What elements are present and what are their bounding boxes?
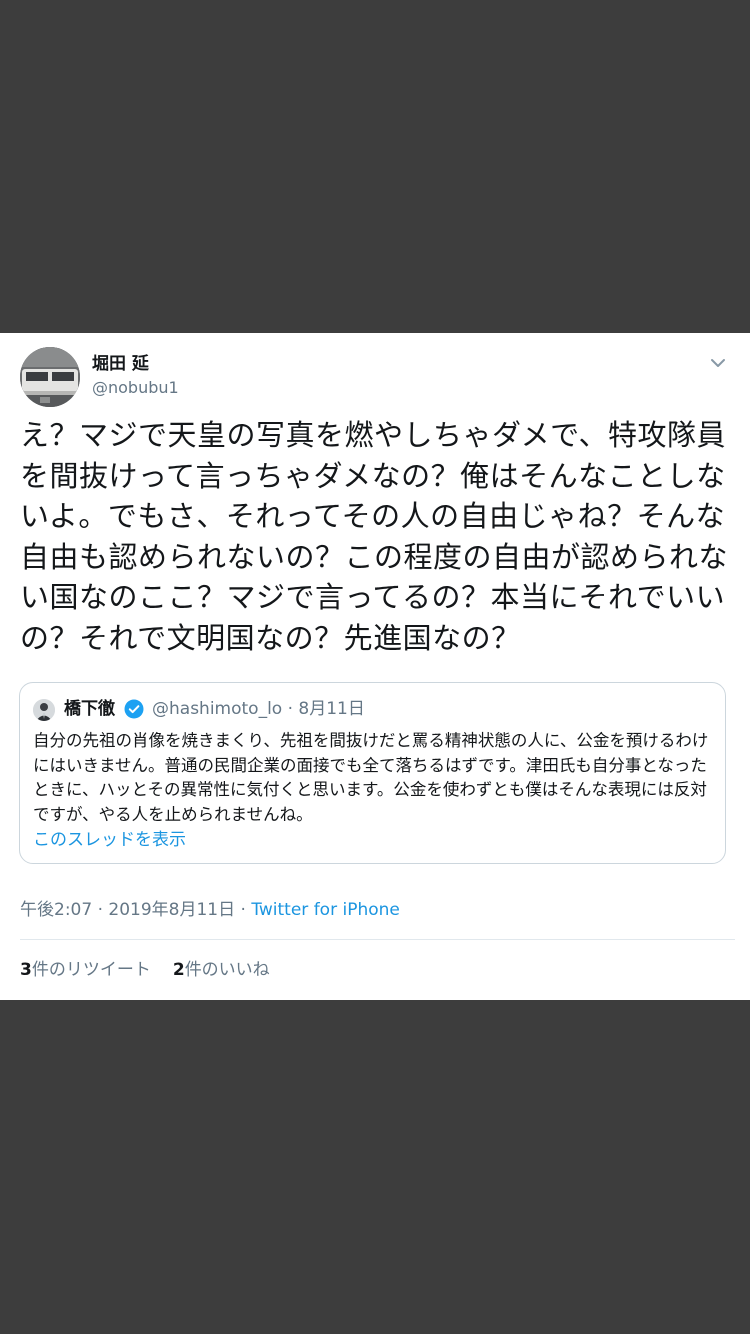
source-link[interactable]: Twitter for iPhone: [251, 900, 400, 920]
car-photo-avatar-image: [20, 347, 80, 407]
quoted-author-name[interactable]: 橋下徹: [64, 698, 115, 720]
quoted-handle-date: @hashimoto_lo · 8月11日: [152, 699, 365, 719]
tweet-text: え？マジで天皇の写真を燃やしちゃダメで、特攻隊員を間抜けって言っちゃダメなの？俺…: [20, 418, 729, 655]
author-avatar[interactable]: [20, 347, 80, 407]
engagement-stats: 3件のリツイート 2件のいいね: [20, 959, 270, 981]
quoted-text: 自分の先祖の肖像を焼きまくり、先祖を間抜けだと罵る精神状態の人に、公金を預けるわ…: [33, 731, 709, 824]
chevron-down-icon[interactable]: [706, 351, 730, 375]
timestamp[interactable]: 午後2:07 · 2019年8月11日 ·: [20, 900, 251, 920]
likes-label: 件のいいね: [184, 960, 270, 980]
quoted-author-avatar[interactable]: [33, 699, 55, 721]
quoted-tweet[interactable]: 橋下徹 @hashimoto_lo · 8月11日 自分の先祖の肖像を焼きまくり…: [19, 682, 726, 864]
author-name[interactable]: 堀田 延: [92, 353, 149, 375]
likes-stat[interactable]: 2件のいいね: [173, 960, 270, 980]
verified-badge-icon: [124, 699, 144, 719]
likes-count: 2: [172, 960, 185, 980]
person-avatar-image: [33, 699, 55, 721]
retweets-label: 件のリツイート: [31, 960, 151, 980]
tweet-meta: 午後2:07 · 2019年8月11日 · Twitter for iPhone: [20, 899, 400, 921]
retweets-stat[interactable]: 3件のリツイート: [20, 960, 151, 980]
show-thread-link[interactable]: このスレッドを表示: [33, 829, 186, 851]
retweets-count: 3: [20, 960, 32, 980]
author-handle[interactable]: @nobubu1: [92, 377, 179, 399]
divider: [20, 939, 735, 940]
tweet-card: 堀田 延 @nobubu1 え？マジで天皇の写真を燃やしちゃダメで、特攻隊員を間…: [0, 333, 750, 1000]
